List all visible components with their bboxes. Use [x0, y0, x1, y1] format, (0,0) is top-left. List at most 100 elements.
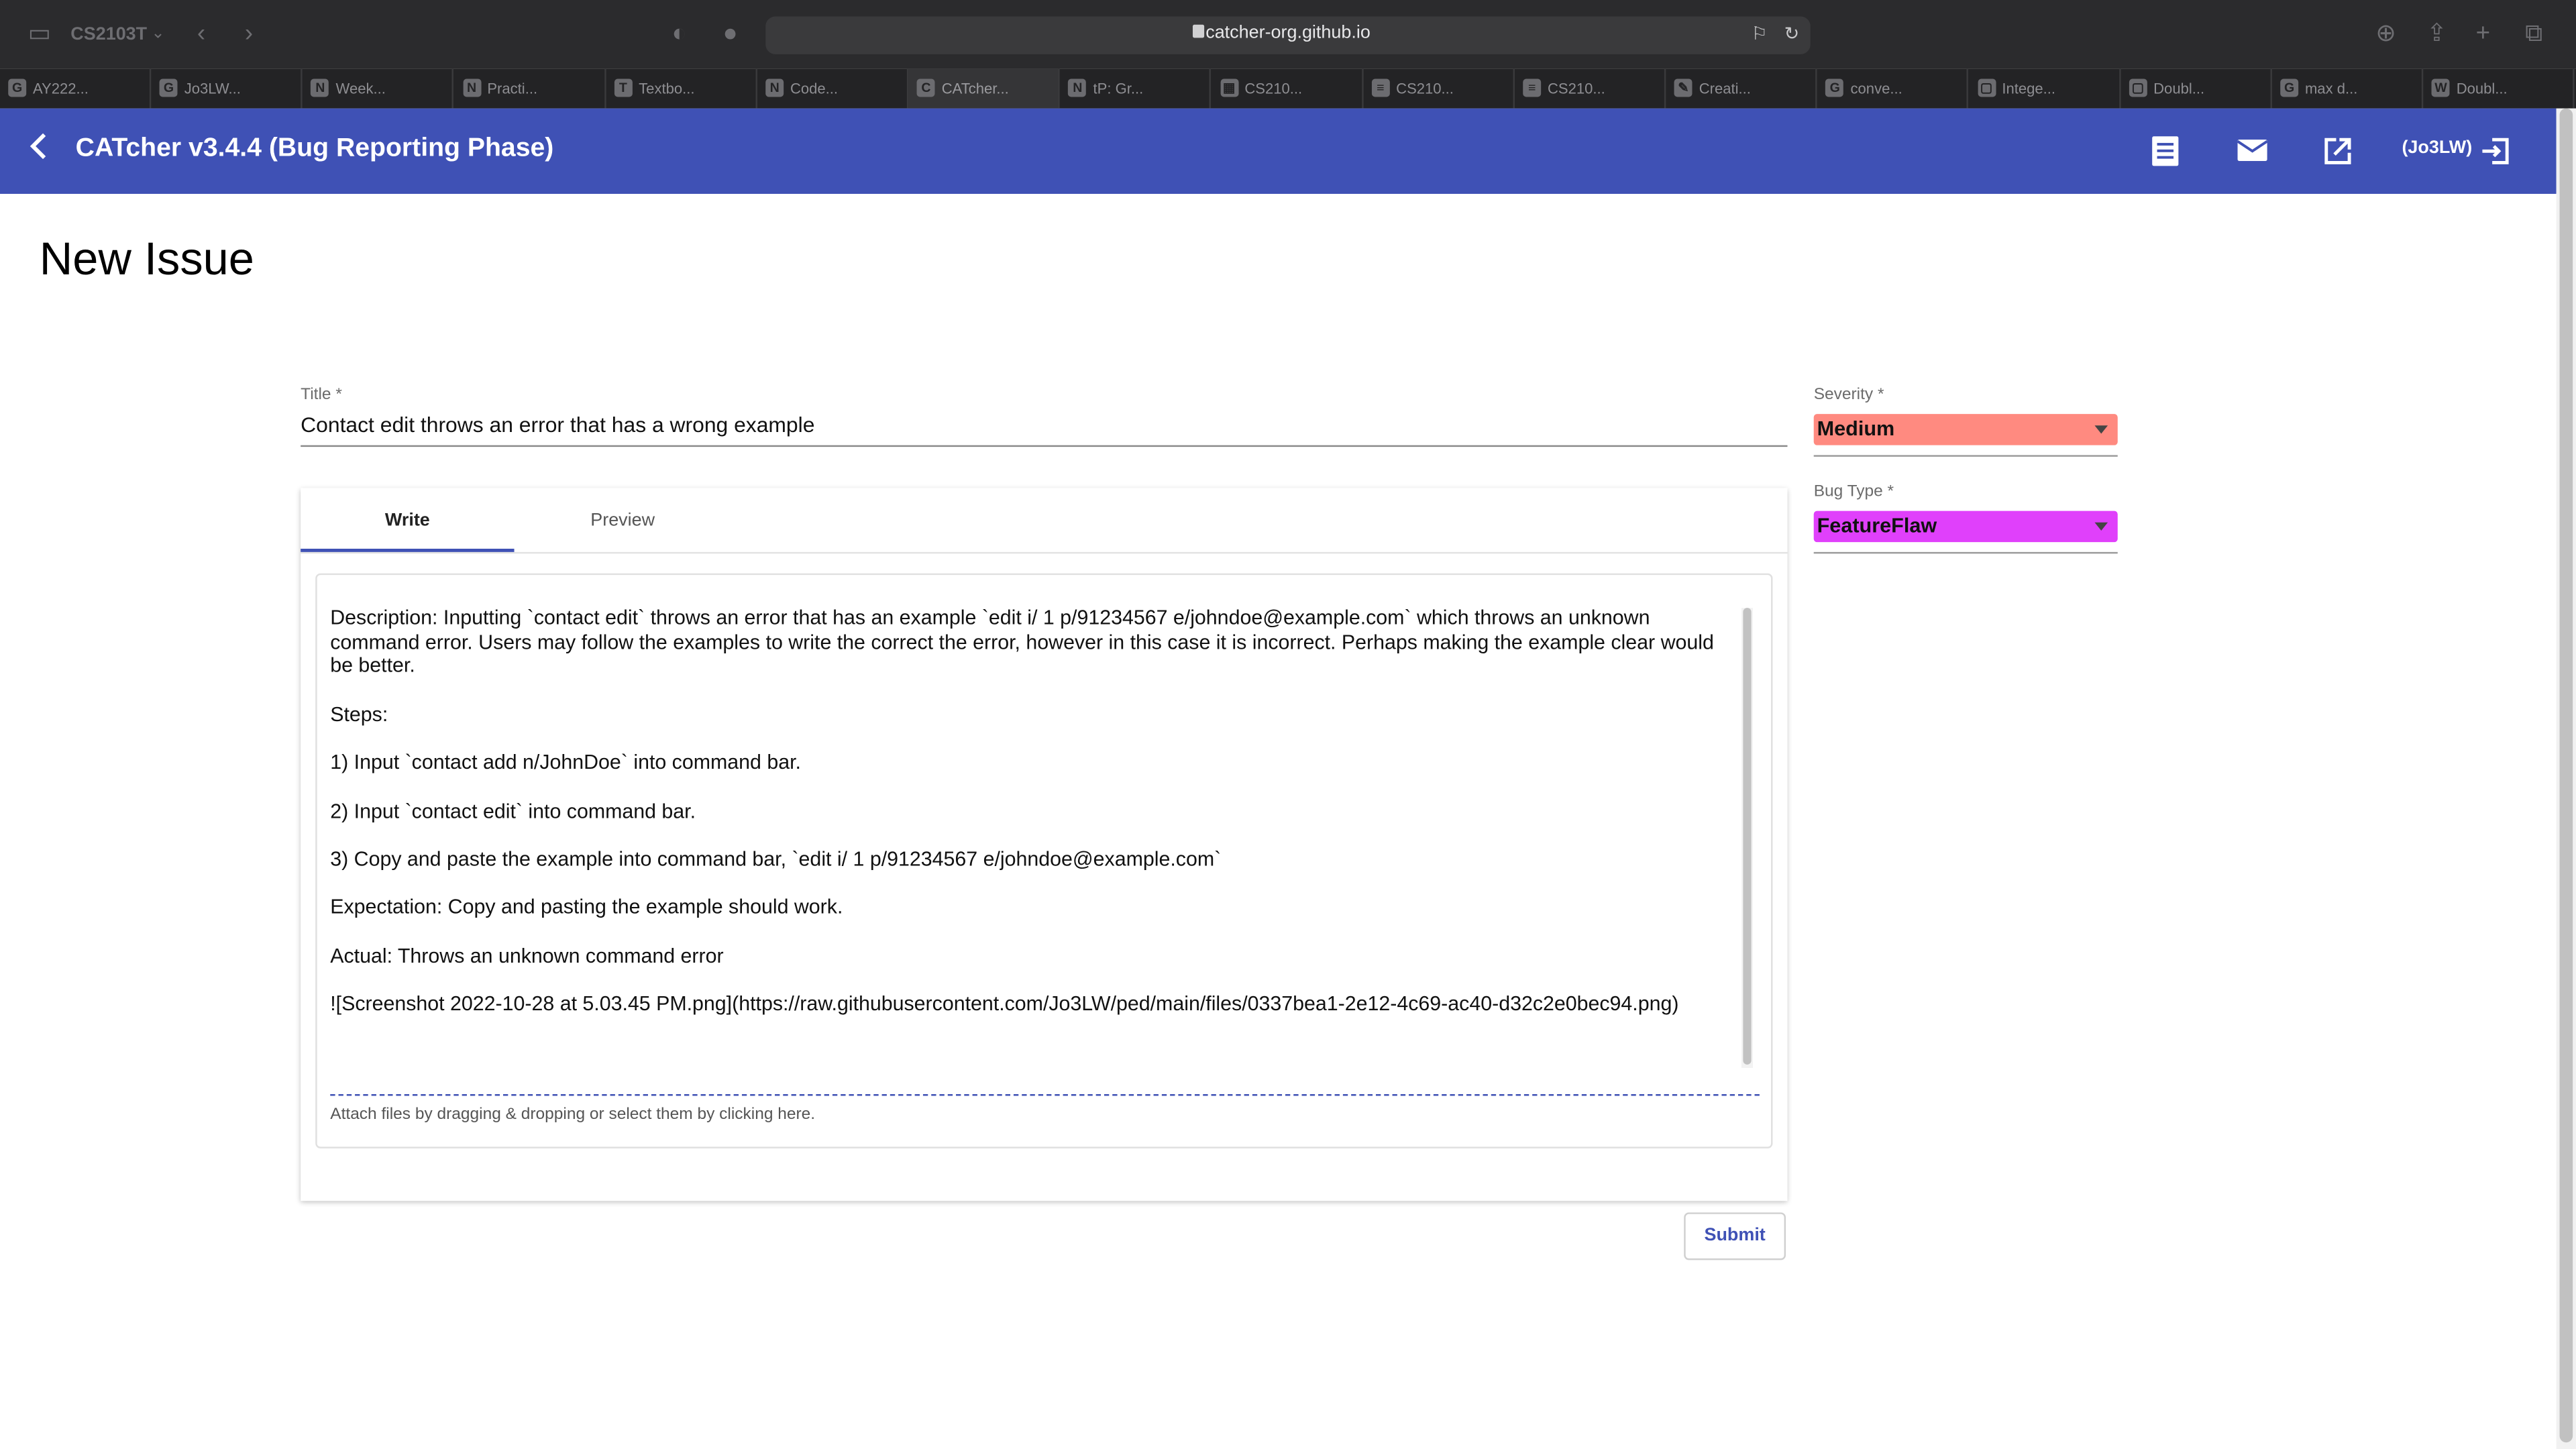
tab-label: Jo3LW... [184, 80, 241, 97]
browser-tab[interactable]: G Jo3LW... [152, 68, 303, 109]
tab-favicon-icon: G [8, 78, 27, 97]
grammarly-icon[interactable]: ● [723, 0, 738, 69]
dropdown-arrow-icon [2094, 425, 2108, 434]
tab-label: max d... [2304, 80, 2358, 97]
description-box: Description: Inputting `contact edit` th… [315, 573, 1773, 1148]
tab-label: Week... [335, 80, 386, 97]
tab-write[interactable]: Write [301, 488, 514, 553]
browser-tab[interactable]: ≡ CS210... [1515, 68, 1666, 109]
reload-icon[interactable]: ↻ [1784, 23, 1800, 44]
tab-preview[interactable]: Preview [516, 488, 729, 553]
tab-label: AY222... [32, 80, 89, 97]
tab-label: Practi... [487, 80, 538, 97]
mail-icon[interactable] [2236, 135, 2269, 168]
app-toolbar: CATcher v3.4.4 (Bug Reporting Phase) (Jo… [0, 108, 2557, 194]
browser-tab[interactable]: N Practi... [454, 68, 606, 109]
download-icon[interactable]: ⊕ [2375, 0, 2396, 69]
tab-favicon-icon: G [160, 78, 178, 97]
browser-tab[interactable]: ▦ CS210... [1212, 68, 1363, 109]
browser-tab[interactable]: C CATcher... [908, 68, 1061, 109]
open-external-icon[interactable] [2321, 135, 2354, 168]
severity-label: Severity * [1813, 386, 1884, 405]
tab-label: Code... [790, 80, 839, 97]
tab-label: CATcher... [941, 80, 1009, 97]
attach-files-hint[interactable]: Attach files by dragging & dropping or s… [330, 1106, 815, 1124]
textarea-scrollbar[interactable] [1741, 608, 1754, 1068]
tab-label: Textbo... [639, 80, 695, 97]
tab-label: CS210... [1547, 80, 1605, 97]
back-arrow-icon[interactable]: ‹ [197, 0, 205, 69]
app-title: CATcher v3.4.4 (Bug Reporting Phase) [75, 134, 554, 163]
tab-favicon-icon: N [311, 78, 329, 97]
description-textarea[interactable]: Description: Inputting `contact edit` th… [330, 606, 1738, 1063]
active-tab-indicator [301, 548, 515, 552]
browser-tab[interactable]: ▢ Doubl... [2121, 68, 2272, 109]
shield-icon[interactable]: ◐ [672, 0, 687, 69]
title-input[interactable]: Contact edit throws an error that has a … [301, 413, 814, 437]
back-icon[interactable] [28, 131, 51, 169]
share-icon[interactable]: ⇪ [2426, 0, 2447, 69]
user-name: (Jo3LW) [2402, 138, 2473, 158]
tab-favicon-icon: ≡ [1523, 78, 1542, 97]
severity-underline [1813, 455, 2118, 457]
bugtype-underline [1813, 551, 2118, 554]
browser-tab[interactable]: ▢ Intege... [1969, 68, 2121, 109]
browser-tab[interactable]: W Doubl... [2424, 68, 2575, 109]
tab-favicon-icon: W [2431, 78, 2450, 97]
severity-select[interactable]: Medium [1813, 414, 2118, 445]
address-bar[interactable]: catcher-org.github.io ⚐ ↻ [765, 16, 1811, 54]
tab-strip: G AY222... G Jo3LW... N Week... N Practi... T Tex… [0, 68, 2576, 109]
browser-tab[interactable]: G AY222... [0, 68, 152, 109]
tab-label: conve... [1850, 80, 1902, 97]
url-text: catcher-org.github.io [1205, 23, 1371, 43]
severity-value: Medium [1817, 417, 1895, 441]
translate-icon[interactable]: ⚐ [1752, 23, 1768, 44]
tab-favicon-icon: T [614, 78, 633, 97]
browser-tab[interactable]: NtP: Gr... [1061, 68, 1212, 109]
title-label: Title * [301, 386, 342, 405]
tab-favicon-icon: N [1068, 78, 1087, 97]
title-underline [301, 445, 1788, 447]
page-scrollbar-thumb[interactable] [2559, 108, 2573, 1443]
tab-favicon-icon: N [765, 78, 784, 97]
forward-arrow-icon[interactable]: › [245, 0, 253, 69]
bugtype-select[interactable]: FeatureFlaw [1813, 511, 2118, 543]
tab-favicon-icon: G [2280, 78, 2299, 97]
dropdown-arrow-icon [2094, 522, 2108, 531]
submit-button[interactable]: Submit [1684, 1212, 1786, 1260]
new-tab-icon[interactable]: + [2476, 0, 2490, 69]
tab-label: CS210... [1396, 80, 1454, 97]
tab-favicon-icon: ▢ [1977, 78, 1996, 97]
browser-toolbar: ▭ CS2103T ⌄ ‹ › ◐ ● catcher-org.github.i… [0, 0, 2576, 69]
browser-tab[interactable]: N Week... [303, 68, 454, 109]
list-icon[interactable] [2151, 135, 2184, 168]
tab-favicon-icon: N [462, 78, 481, 97]
tab-favicon-icon: ▦ [1220, 78, 1238, 97]
browser-tab[interactable]: T Textbo... [606, 68, 757, 109]
tab-label: Creati... [1699, 80, 1751, 97]
page-scrollbar[interactable] [2556, 108, 2576, 1449]
textarea-scrollbar-thumb[interactable] [1743, 608, 1752, 1065]
browser-tab[interactable]: ≡ CS210... [1363, 68, 1515, 109]
browser-tab[interactable]: Gmax d... [2272, 68, 2424, 109]
page-title: New Issue [39, 233, 254, 284]
tab-favicon-icon: C [917, 78, 935, 97]
logout-icon[interactable] [2479, 135, 2512, 168]
tab-favicon-icon: ▢ [2129, 78, 2147, 97]
tab-label: Doubl... [2153, 80, 2205, 97]
tab-label: CS210... [1244, 80, 1303, 97]
tab-favicon-icon: G [1825, 78, 1844, 97]
browser-tab[interactable]: N Code... [757, 68, 909, 109]
tab-label: Doubl... [2456, 80, 2508, 97]
drop-zone-divider [330, 1094, 1760, 1096]
tab-overview-icon[interactable]: ⧉ [2525, 0, 2542, 69]
chevron-down-icon[interactable]: ⌄ [151, 0, 165, 69]
sidebar-toggle-icon[interactable]: ▭ [28, 0, 52, 69]
description-editor: Write Preview Description: Inputting `co… [301, 488, 1788, 1201]
tab-label: Intege... [2002, 80, 2056, 97]
profile-selector[interactable]: CS2103T [70, 0, 147, 69]
editor-tabbar: Write Preview [301, 488, 1788, 554]
browser-tab[interactable]: Gconve... [1818, 68, 1969, 109]
browser-tab[interactable]: ✎ Creati... [1666, 68, 1818, 109]
tab-favicon-icon: ≡ [1371, 78, 1390, 97]
